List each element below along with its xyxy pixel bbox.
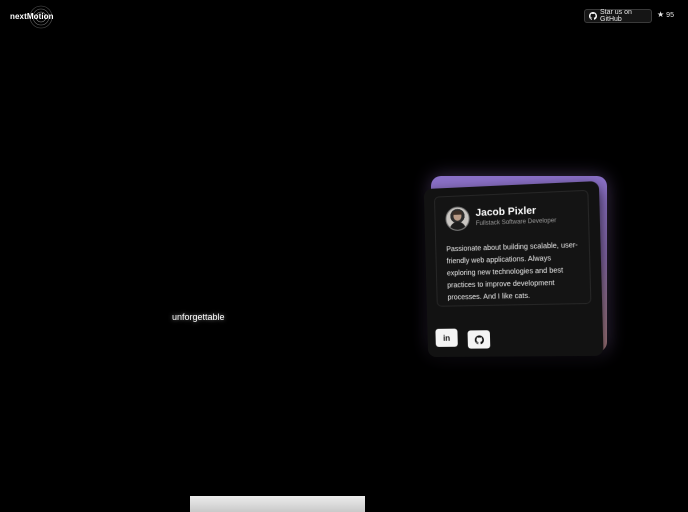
star-on-github-button[interactable]: Star us on GitHub xyxy=(584,9,652,23)
star-count-value: 95 xyxy=(666,12,674,19)
github-profile-button[interactable] xyxy=(468,330,491,348)
profile-card-content: Jacob Pixler Fullstack Software Develope… xyxy=(434,190,591,307)
github-icon xyxy=(474,335,483,344)
profile-bio: Passionate about building scalable, user… xyxy=(446,240,584,305)
hero-word: unforgettable xyxy=(172,312,225,322)
logo-text: nextMotion xyxy=(10,12,54,21)
linkedin-icon: in xyxy=(443,333,450,342)
github-button-label: Star us on GitHub xyxy=(600,9,647,23)
star-count[interactable]: ★ 95 xyxy=(657,11,674,19)
profile-card: Jacob Pixler Fullstack Software Develope… xyxy=(424,181,604,357)
profile-role: Fullstack Software Developer xyxy=(476,218,557,227)
landing-page: nextMotion Star us on GitHub ★ 95 unforg… xyxy=(0,0,688,512)
cut-off-text xyxy=(374,506,514,512)
logo[interactable]: nextMotion xyxy=(10,6,62,26)
github-icon xyxy=(589,12,597,20)
profile-name: Jacob Pixler xyxy=(475,205,536,219)
avatar xyxy=(445,206,470,231)
star-icon: ★ xyxy=(657,11,664,19)
preview-panel xyxy=(190,496,365,512)
linkedin-button[interactable]: in xyxy=(435,329,457,347)
